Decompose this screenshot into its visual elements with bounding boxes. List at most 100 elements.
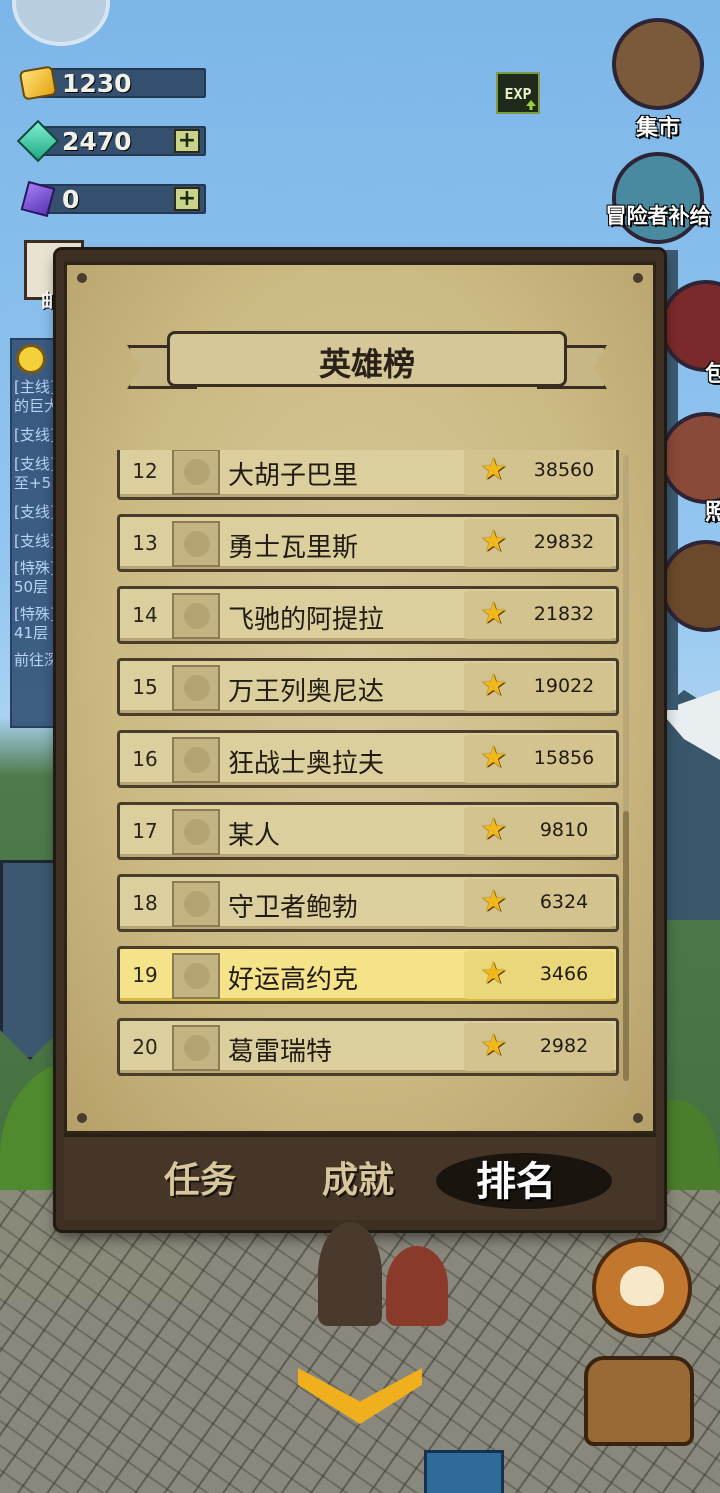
quest-item[interactable]: [主线] xyxy=(12,378,62,397)
avatar xyxy=(172,665,220,711)
gold-icon xyxy=(18,64,58,102)
rank-number: 20 xyxy=(132,1035,158,1059)
rank-number: 15 xyxy=(132,675,158,699)
star-icon: ★ xyxy=(480,1028,507,1063)
avatar xyxy=(172,953,220,999)
player-name: 大胡子巴里 xyxy=(228,461,359,491)
star-icon: ★ xyxy=(480,812,507,847)
add-gem-button[interactable]: + xyxy=(174,129,200,153)
adventurer-supply-label: 冒险者补给 xyxy=(605,204,711,228)
score-box: ★ 19022 xyxy=(464,663,614,711)
ranking-row[interactable]: 12 大胡子巴里 ★ 38560 xyxy=(117,450,619,500)
book-button[interactable] xyxy=(424,1450,504,1493)
ranking-row-current-player[interactable]: 19 好运高约克 ★ 3466 xyxy=(117,946,619,1004)
adventurer-supply-button[interactable]: 冒险者补给 xyxy=(604,152,712,262)
star-icon: ★ xyxy=(480,884,507,919)
add-scroll-button[interactable]: + xyxy=(174,187,200,211)
quest-item[interactable]: [支线] xyxy=(12,532,62,551)
quest-item[interactable]: 50层 xyxy=(12,578,62,597)
score-box: ★ 3466 xyxy=(464,951,614,999)
tab-ranking[interactable]: 排名 xyxy=(476,1149,556,1207)
scroll-value: 0 xyxy=(62,185,80,214)
panel-title: 英雄榜 xyxy=(318,345,415,383)
settings-button[interactable] xyxy=(12,0,110,46)
quest-item[interactable]: 前往深 xyxy=(12,651,62,670)
scroll-counter: 0 + xyxy=(18,180,208,218)
hero-character[interactable] xyxy=(318,1222,382,1326)
photo-icon xyxy=(660,412,720,504)
ranking-row[interactable]: 20 葛雷瑞特 ★ 2982 xyxy=(117,1018,619,1076)
score-value: 29832 xyxy=(533,531,595,553)
score-value: 6324 xyxy=(539,891,589,913)
quest-item[interactable]: [特殊] xyxy=(12,605,62,624)
ranking-row[interactable]: 18 守卫者鲍勃 ★ 6324 xyxy=(117,874,619,932)
quest-item[interactable]: [支线] xyxy=(12,426,62,445)
market-button[interactable]: 集市 xyxy=(604,18,712,141)
gold-counter: 1230 xyxy=(18,64,208,102)
ranking-row[interactable]: 16 狂战士奥拉夫 ★ 15856 xyxy=(117,730,619,788)
scroll-icon xyxy=(18,180,58,218)
nail-decoration xyxy=(633,1113,643,1123)
avatar xyxy=(172,450,220,495)
score-value: 9810 xyxy=(539,819,589,841)
ranking-row[interactable]: 15 万王列奥尼达 ★ 19022 xyxy=(117,658,619,716)
nail-decoration xyxy=(77,1113,87,1123)
gem-counter: 2470 + xyxy=(16,119,208,163)
score-box: ★ 6324 xyxy=(464,879,614,927)
avatar xyxy=(172,521,220,567)
ranking-list[interactable]: 12 大胡子巴里 ★ 38560 13 勇士瓦里斯 ★ 29832 14 飞驰的… xyxy=(117,450,627,1100)
avatar xyxy=(172,593,220,639)
star-icon: ★ xyxy=(480,956,507,991)
gem-icon xyxy=(16,119,60,163)
rank-number: 13 xyxy=(132,531,158,555)
gem-value: 2470 xyxy=(62,127,132,156)
player-name: 葛雷瑞特 xyxy=(228,1037,333,1067)
avatar xyxy=(172,809,220,855)
star-icon: ★ xyxy=(480,524,507,559)
score-box: ★ 21832 xyxy=(464,591,614,639)
ranking-row[interactable]: 17 某人 ★ 9810 xyxy=(117,802,619,860)
quest-item[interactable]: 的巨大 xyxy=(12,397,62,416)
quest-item[interactable]: [支线] xyxy=(12,503,62,522)
quest-item[interactable]: 至+5 xyxy=(12,474,62,493)
score-box: ★ 2982 xyxy=(464,1023,614,1071)
rank-number: 18 xyxy=(132,891,158,915)
rank-number: 14 xyxy=(132,603,158,627)
score-value: 21832 xyxy=(533,603,595,625)
ranking-row[interactable]: 13 勇士瓦里斯 ★ 29832 xyxy=(117,514,619,572)
house-icon xyxy=(660,540,720,632)
tab-achievements[interactable]: 成就 xyxy=(322,1151,394,1203)
player-name: 好运高约克 xyxy=(228,965,359,995)
paw-icon xyxy=(620,1266,664,1306)
companion-character[interactable] xyxy=(386,1246,448,1326)
inventory-bag-button[interactable] xyxy=(584,1356,694,1446)
list-scrollbar[interactable] xyxy=(623,455,629,1095)
score-value: 19022 xyxy=(533,675,595,697)
player-name: 万王列奥尼达 xyxy=(228,677,385,707)
star-icon: ★ xyxy=(480,596,507,631)
scrollbar-thumb[interactable] xyxy=(623,811,629,1081)
ranking-row[interactable]: 14 飞驰的阿提拉 ★ 21832 xyxy=(117,586,619,644)
avatar xyxy=(172,881,220,927)
parchment: 英雄榜 12 大胡子巴里 ★ 38560 13 勇士瓦里斯 ★ 29832 14… xyxy=(64,262,656,1134)
score-value: 38560 xyxy=(533,459,595,481)
search-icon[interactable] xyxy=(16,344,46,374)
photo-label: 照 xyxy=(704,500,720,525)
player-name: 飞驰的阿提拉 xyxy=(228,605,385,635)
rank-number: 19 xyxy=(132,963,158,987)
title-ribbon: 英雄榜 xyxy=(127,323,607,403)
score-value: 15856 xyxy=(533,747,595,769)
quest-item[interactable]: [特殊] xyxy=(12,559,62,578)
quest-item[interactable]: 41层 xyxy=(12,624,62,643)
market-label: 集市 xyxy=(635,116,680,141)
rank-number: 17 xyxy=(132,819,158,843)
exp-button[interactable]: EXP xyxy=(496,72,540,114)
score-box: ★ 38560 xyxy=(464,450,614,495)
player-name: 勇士瓦里斯 xyxy=(228,533,359,563)
tab-tasks[interactable]: 任务 xyxy=(164,1151,236,1203)
quest-item[interactable]: [支线] xyxy=(12,455,62,474)
rank-number: 12 xyxy=(132,459,158,483)
star-icon: ★ xyxy=(480,668,507,703)
leaderboard-panel: 英雄榜 12 大胡子巴里 ★ 38560 13 勇士瓦里斯 ★ 29832 14… xyxy=(56,250,664,1230)
nail-decoration xyxy=(77,273,87,283)
